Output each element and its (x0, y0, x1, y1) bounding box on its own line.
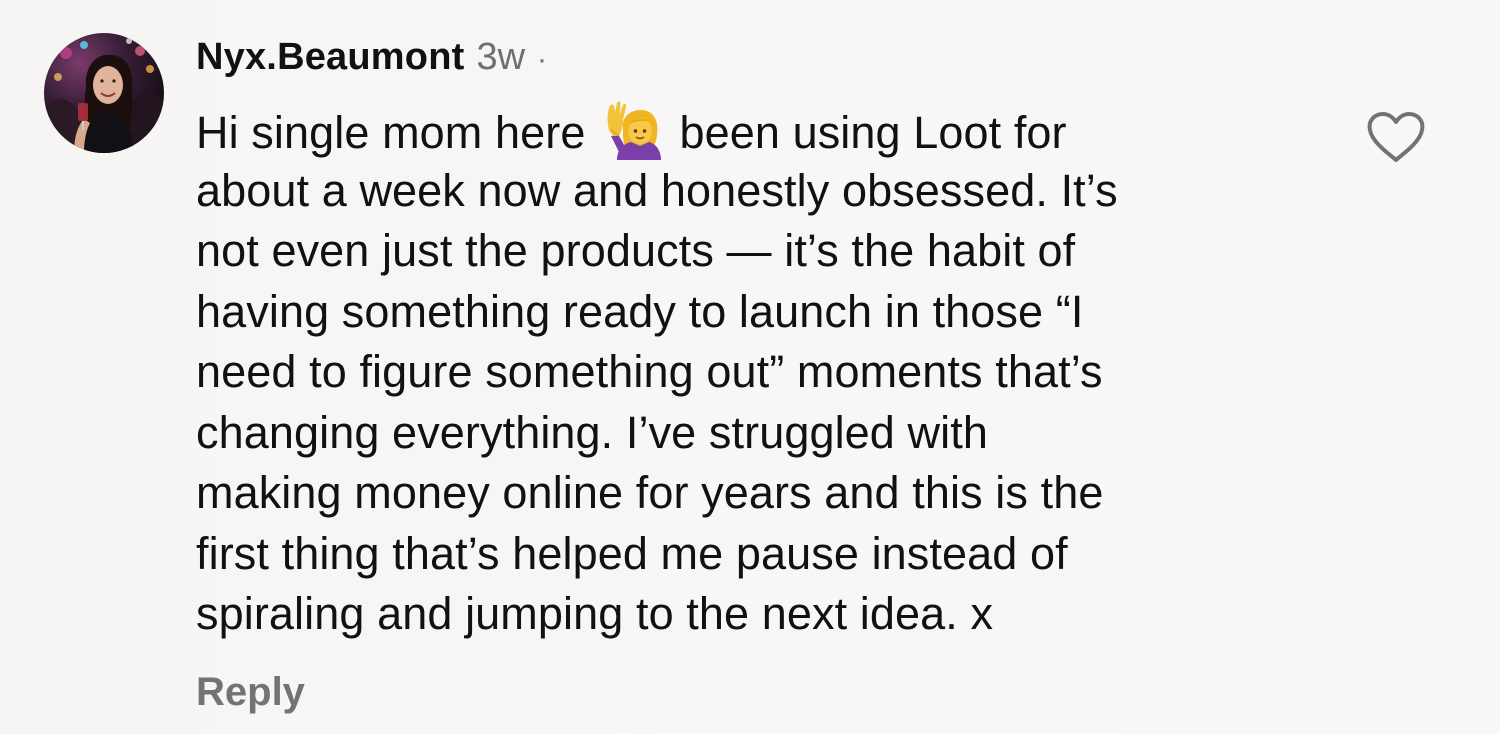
heart-icon (1367, 112, 1425, 162)
timestamp: 3w (476, 36, 526, 78)
comment-line: about a week now and honestly obsessed. … (196, 164, 1118, 216)
comment-line: need to figure something out” moments th… (196, 346, 1103, 397)
reply-button[interactable]: Reply (196, 670, 305, 715)
avatar-photo-icon (44, 38, 164, 153)
comment-text-segment: Hi single mom here (196, 107, 586, 158)
like-button[interactable] (1366, 110, 1426, 164)
comment: Nyx.Beaumont 3w · Hi single mom here bee… (0, 0, 1500, 734)
separator-dot: · (537, 43, 548, 76)
comment-line: Hi single mom here been using Loot for (196, 100, 1336, 161)
comment-line: making money online for years and this i… (196, 467, 1104, 518)
comment-line: not even just the products — it’s the ha… (196, 225, 1076, 276)
comment-line: changing everything. I’ve struggled with (196, 406, 988, 458)
comment-line: spiraling and jumping to the next idea. … (196, 588, 994, 639)
username[interactable]: Nyx.Beaumont (196, 36, 464, 79)
comment-body: Hi single mom here been using Loot for a… (196, 100, 1336, 645)
person-raising-hand-icon (601, 100, 662, 160)
avatar[interactable] (44, 33, 164, 153)
comment-text-segment: been using Loot for (679, 107, 1067, 158)
comment-meta: Nyx.Beaumont 3w · (196, 36, 547, 84)
comment-line: having something ready to launch in thos… (196, 285, 1084, 337)
comment-line: first thing that’s helped me pause inste… (196, 527, 1068, 579)
